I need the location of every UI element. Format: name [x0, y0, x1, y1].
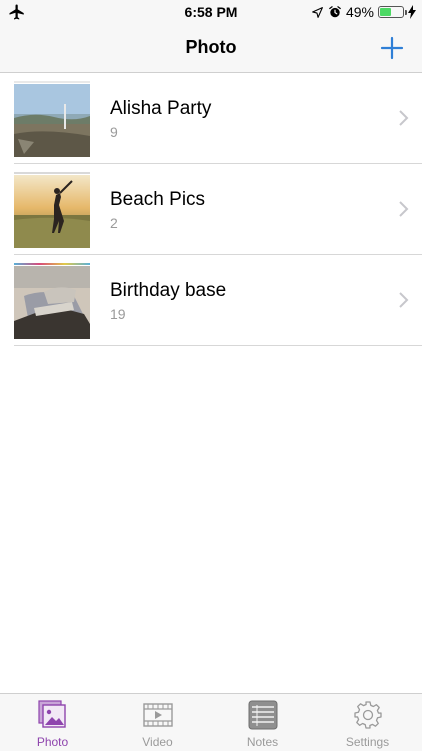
battery-tip	[405, 10, 407, 15]
album-row-birthday-base[interactable]: Birthday base 19	[0, 255, 422, 346]
navigation-bar: Photo	[0, 24, 422, 73]
album-cover-image	[14, 266, 90, 339]
album-cover-image	[14, 84, 90, 157]
location-icon	[312, 6, 323, 18]
tab-label: Notes	[246, 735, 279, 749]
tab-label: Photo	[36, 735, 69, 749]
thumbnail-stack-edge	[14, 172, 90, 174]
charging-icon	[408, 5, 416, 19]
battery-icon	[378, 6, 407, 18]
tab-label: Settings	[345, 735, 390, 749]
chevron-right-icon	[399, 292, 409, 308]
album-count: 19	[110, 306, 126, 322]
album-row-alisha-party[interactable]: Alisha Party 9	[0, 73, 422, 164]
video-icon	[143, 703, 173, 727]
album-row-beach-pics[interactable]: Beach Pics 2	[0, 164, 422, 255]
notes-icon	[248, 700, 278, 730]
gear-icon	[354, 701, 382, 729]
battery-percent: 49%	[345, 4, 374, 20]
plus-icon	[380, 36, 404, 60]
thumbnail-stack-edge	[14, 81, 90, 83]
add-album-button[interactable]	[376, 32, 408, 64]
album-title: Alisha Party	[110, 98, 212, 119]
tab-label: Video	[142, 735, 173, 749]
status-bar: 6:58 PM 49%	[0, 0, 422, 24]
photo-icon	[38, 700, 66, 728]
tab-notes[interactable]: Notes	[210, 694, 315, 751]
album-thumbnail	[14, 263, 90, 339]
battery-level	[380, 8, 391, 16]
chevron-right-icon	[399, 201, 409, 217]
album-list: Alisha Party 9 Beach Pics 2 Birthday bas…	[0, 73, 422, 346]
album-count: 9	[110, 124, 118, 140]
album-thumbnail	[14, 81, 90, 157]
tab-bar: Photo Video Notes Settings	[0, 693, 422, 751]
tab-photo[interactable]: Photo	[0, 694, 105, 751]
chevron-right-icon	[399, 110, 409, 126]
page-title: Photo	[185, 37, 237, 57]
album-count: 2	[110, 215, 118, 231]
album-title: Beach Pics	[110, 189, 206, 210]
album-title: Birthday base	[110, 280, 227, 301]
album-thumbnail	[14, 172, 90, 248]
album-cover-image	[14, 175, 90, 248]
status-right: 49%	[311, 3, 416, 21]
tab-video[interactable]: Video	[105, 694, 210, 751]
thumbnail-stack-edge	[14, 263, 90, 265]
tab-settings[interactable]: Settings	[315, 694, 420, 751]
row-divider	[14, 345, 422, 346]
alarm-icon	[329, 6, 341, 18]
